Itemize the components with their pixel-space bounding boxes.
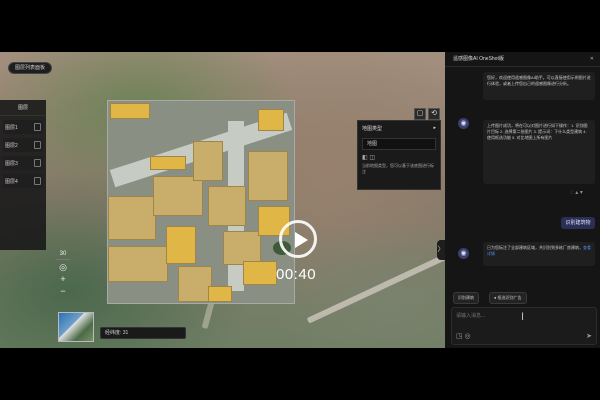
layer-item-label: 图层2 (5, 143, 18, 149)
building (108, 246, 168, 282)
send-icon[interactable]: ➤ (586, 332, 592, 340)
user-message: 识别建筑物 (561, 217, 595, 229)
suggestion-chip[interactable]: ● 框选识别广告 (489, 292, 527, 304)
building (150, 156, 186, 170)
collapse-panel-button[interactable]: 〉 (437, 240, 445, 260)
layer-panel-title: 图层 (0, 100, 46, 116)
chevron-right-icon[interactable]: ▸ (433, 125, 436, 131)
chat-input[interactable]: 请输入消息... I ◳ ◎ ➤ (451, 307, 597, 345)
map-type-panel: 地图类型 ▸ 地图 ◧ ◫ 当前地图类型，您可以基于该底图进行标注 (357, 120, 441, 190)
building (248, 151, 288, 201)
chat-panel: 遥感图像AI OneShot版 ✕ 您好，欢迎使用遥感图像AI助手。可以直接使用… (445, 52, 600, 348)
layer-item[interactable]: 图层3 (3, 156, 43, 170)
layer-panel-button[interactable]: 图层列表面板 (8, 62, 53, 74)
text-cursor-icon: I (521, 311, 525, 323)
building (110, 103, 150, 119)
locate-icon[interactable]: ◎ (56, 262, 70, 272)
layer-item-label: 图层3 (5, 161, 18, 167)
video-frame: 图层列表面板 图层 图层1 图层2 图层3 图层4 30 ◎ + − 经纬度: … (0, 0, 600, 400)
chat-header: 遥感图像AI OneShot版 ✕ (445, 52, 600, 67)
chat-title: 遥感图像AI OneShot版 (453, 56, 504, 62)
suggestion-chip[interactable]: 识别建筑 (453, 292, 479, 304)
attachment-icons[interactable]: ◳ ◎ (456, 332, 471, 340)
assistant-message-text: 已为您标注了全部建筑区域，共识别到多栋厂房建筑， (487, 245, 583, 250)
building (208, 186, 246, 226)
zoom-controls: 30 ◎ + − (56, 247, 70, 298)
app-window: 图层列表面板 图层 图层1 图层2 图层3 图层4 30 ◎ + − 经纬度: … (0, 52, 600, 348)
building (166, 226, 196, 264)
trash-icon[interactable] (34, 177, 41, 185)
building (223, 231, 261, 265)
layer-item-label: 图层1 (5, 125, 18, 131)
building (153, 176, 203, 216)
satellite-map[interactable]: 图层列表面板 图层 图层1 图层2 图层3 图层4 30 ◎ + − 经纬度: … (0, 52, 464, 348)
play-button[interactable] (279, 220, 317, 258)
layer-item-label: 图层4 (5, 179, 18, 185)
fullscreen-icon[interactable]: ▢ (414, 108, 426, 120)
annotated-image-overlay (107, 100, 295, 304)
map-type-select[interactable]: 地图 (362, 138, 436, 150)
zoom-in-button[interactable]: + (56, 274, 70, 284)
coordinate-bar: 经纬度: 31 (100, 327, 186, 339)
layer-item[interactable]: 图层1 (3, 120, 43, 134)
map-type-icons[interactable]: ◧ ◫ (358, 152, 440, 163)
refresh-icon[interactable]: ⟲ (428, 108, 440, 120)
map-type-title: 地图类型 (362, 126, 383, 132)
assistant-message: 已为您标注了全部建筑区域，共识别到多栋厂房建筑，查看详情 (483, 242, 595, 266)
map-type-header[interactable]: 地图类型 ▸ (358, 121, 440, 136)
trash-icon[interactable] (34, 123, 41, 131)
basemap-thumbnail[interactable] (58, 312, 94, 342)
zoom-level: 30 (56, 249, 70, 260)
trash-icon[interactable] (34, 141, 41, 149)
building (243, 261, 277, 285)
bot-avatar-icon: ◉ (458, 118, 469, 129)
map-toolbar: ▢ ⟲ (412, 102, 440, 120)
trash-icon[interactable] (34, 159, 41, 167)
assistant-message: 上传图片成功，将在可以对图片进行如下操作：1. 识别图片目标 2. 选择第二张图… (483, 120, 595, 184)
layer-item[interactable]: 图层2 (3, 138, 43, 152)
assistant-message: 您好，欢迎使用遥感图像AI助手。可以直接使用示例图片进行体验，或者上传您自己的遥… (483, 72, 595, 100)
building (193, 141, 223, 181)
message-actions[interactable]: ◌ ▴ ▾ (570, 189, 583, 196)
building (208, 286, 232, 302)
layer-item[interactable]: 图层4 (3, 174, 43, 188)
layer-panel: 图层 图层1 图层2 图层3 图层4 (0, 100, 46, 250)
building (178, 266, 212, 302)
bot-avatar-icon: ◉ (458, 248, 469, 259)
zoom-out-button[interactable]: − (56, 286, 70, 296)
building (108, 196, 156, 240)
close-icon[interactable]: ✕ (590, 52, 594, 66)
chat-input-placeholder: 请输入消息... (456, 313, 486, 319)
video-timestamp: 00:40 (276, 266, 317, 283)
building (258, 109, 284, 131)
map-type-description: 当前地图类型，您可以基于该底图进行标注 (362, 163, 434, 174)
